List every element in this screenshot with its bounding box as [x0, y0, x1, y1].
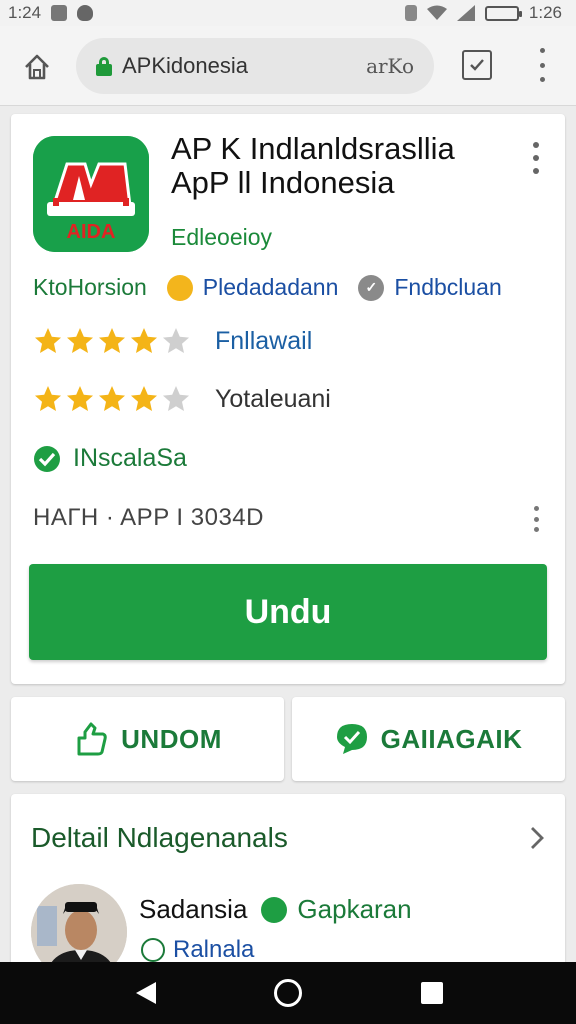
- app-title-line2: ApP ll Indonesia: [171, 165, 395, 200]
- installed-status: INscalaSa: [33, 444, 187, 473]
- rating-label-1[interactable]: Fnllawail: [215, 327, 312, 356]
- system-nav-bar: [0, 962, 576, 1024]
- meta-label-3[interactable]: Fndbcluan: [394, 274, 501, 301]
- home-icon: [25, 54, 49, 80]
- app-icon-text: AIDA: [67, 221, 116, 243]
- details-card[interactable]: Deltail Ndlagenanals Sadansia Gapkaran R…: [11, 794, 565, 980]
- gallery-notification-icon: [51, 5, 68, 21]
- star-filled-icon: [99, 386, 125, 411]
- details-title: Deltail Ndlagenanals: [31, 822, 288, 853]
- signal-icon: [456, 5, 475, 21]
- status-right: 1:26: [404, 3, 562, 23]
- star-filled-icon: [99, 328, 125, 353]
- clock-icon: [141, 938, 165, 962]
- star-filled-icon: [131, 328, 157, 353]
- status-left: 1:24: [8, 3, 94, 23]
- app-title-line1: AP K Indlanldsrasllia: [171, 131, 455, 166]
- app-icon: AIDA: [33, 136, 149, 252]
- url-suffix: arKo: [366, 54, 414, 78]
- url-text: APKidonesia: [122, 53, 248, 78]
- reviewer-sub-row: Ralnala: [141, 936, 254, 964]
- home-button[interactable]: [20, 50, 54, 84]
- wifi-icon: [426, 5, 447, 20]
- gaiagaik-label: GAIIAGAIK: [380, 723, 523, 754]
- check-circle-icon: [34, 445, 60, 472]
- url-bar[interactable]: APKidonesia arKo: [76, 38, 434, 94]
- star-filled-icon: [131, 386, 157, 411]
- lock-icon: [96, 57, 112, 76]
- star-rating-2: [33, 384, 191, 414]
- version-options-button[interactable]: [531, 506, 541, 532]
- share-hand-icon: [77, 722, 107, 756]
- app-options-button[interactable]: [531, 142, 541, 174]
- undom-label: UNDOM: [121, 723, 222, 754]
- more-dot-icon: [533, 142, 539, 148]
- app-logo-icon: AIDA: [33, 136, 149, 252]
- overflow-menu-button[interactable]: [536, 48, 548, 82]
- star-rating-1: [33, 326, 191, 356]
- battery-icon: [484, 5, 522, 21]
- browser-toolbar: APKidonesia arKo: [0, 26, 576, 106]
- star-filled-icon: [35, 328, 61, 353]
- recents-square-icon[interactable]: [421, 982, 443, 1004]
- status-bar: 1:24 1:26: [0, 0, 576, 26]
- chat-icon: [336, 724, 367, 754]
- star-filled-icon: [35, 386, 61, 411]
- version-info: HAГH · APP I 3034D: [33, 504, 264, 531]
- app-title: AP K Indlanldsrasllia ApP ll Indonesia: [171, 132, 511, 200]
- chevron-right-icon[interactable]: [529, 826, 545, 850]
- status-time-right: 1:26: [528, 3, 562, 22]
- rating-label-2: Yotaleuani: [215, 384, 331, 413]
- tabs-button[interactable]: [462, 50, 492, 80]
- download-button[interactable]: Undu: [29, 564, 547, 660]
- hand-badge-icon: [166, 274, 193, 301]
- star-empty-icon: [163, 386, 189, 411]
- checkbox-icon: [470, 59, 484, 71]
- meta-label-1: KtoHorsion: [33, 274, 147, 300]
- rating-row-2: Yotaleuani: [33, 384, 331, 414]
- home-circle-icon[interactable]: [274, 979, 302, 1007]
- gaiagaik-button[interactable]: GAIIAGAIK: [292, 697, 565, 781]
- star-empty-icon: [163, 328, 189, 353]
- undom-button[interactable]: UNDOM: [11, 697, 284, 781]
- verified-badge-icon: ✓: [358, 274, 385, 301]
- reviewer-badge-label: Gapkaran: [297, 894, 412, 924]
- rating-row-1: Fnllawail: [33, 326, 312, 356]
- shield-notification-icon: [77, 5, 94, 21]
- app-card: AIDA AP K Indlanldsrasllia ApP ll Indone…: [11, 114, 565, 684]
- installed-label: INscalaSa: [73, 444, 187, 472]
- reviewer-name: Sadansia: [139, 894, 248, 924]
- meta-label-2[interactable]: Pledadadann: [203, 274, 339, 301]
- status-time-left: 1:24: [8, 3, 42, 22]
- star-filled-icon: [67, 328, 93, 353]
- vibrate-icon: [404, 5, 417, 21]
- app-meta-row: KtoHorsion Pledadadann ✓ Fndbcluan: [33, 274, 502, 301]
- app-developer-link[interactable]: Edleoeioy: [171, 224, 272, 251]
- more-dot-icon: [533, 506, 539, 511]
- menu-dot-icon: [539, 48, 545, 53]
- reviewer-name-row: Sadansia Gapkaran: [139, 894, 412, 925]
- reviewer-sub-label[interactable]: Ralnala: [173, 936, 254, 964]
- star-filled-icon: [67, 386, 93, 411]
- back-icon[interactable]: [134, 980, 158, 1006]
- leaf-badge-icon: [261, 896, 288, 923]
